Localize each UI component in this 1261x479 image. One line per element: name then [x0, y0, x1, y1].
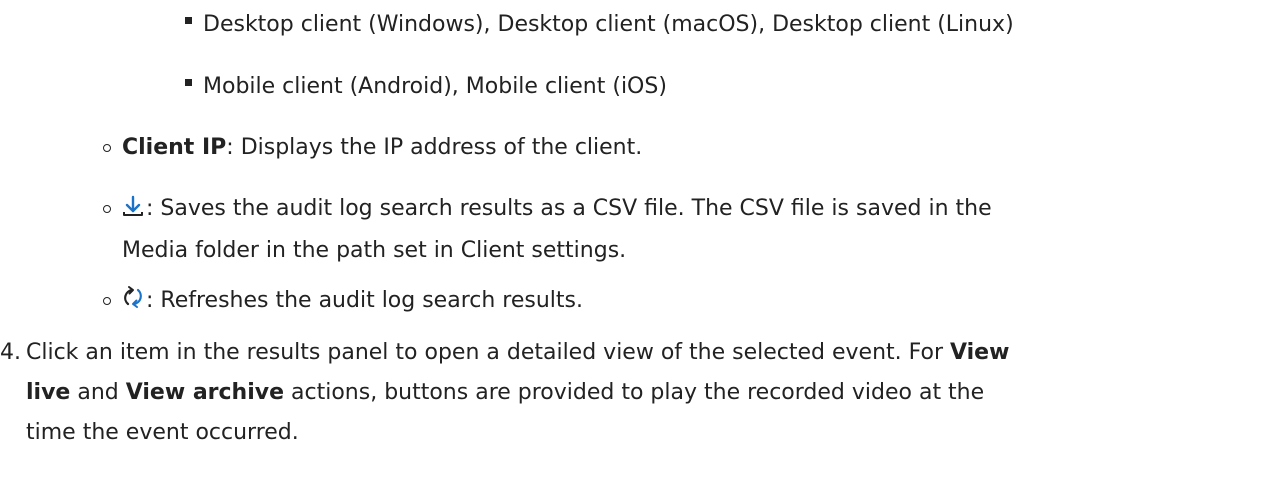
bold-view: View	[950, 340, 1010, 365]
square-bullet	[185, 17, 192, 24]
client-ip-item: Client IP: Displays the IP address of th…	[122, 133, 642, 163]
circle-bullet	[103, 144, 111, 152]
refresh-desc: : Refreshes the audit log search results…	[146, 288, 583, 313]
client-ip-desc: : Displays the IP address of the client.	[226, 135, 643, 160]
step-4-line3: time the event occurred.	[26, 420, 299, 445]
download-desc-line2: Media folder in the path set in Client s…	[122, 238, 627, 263]
circle-bullet	[103, 297, 111, 305]
bold-view-archive: View archive	[125, 380, 285, 405]
circle-bullet	[103, 205, 111, 213]
square-bullet	[185, 79, 192, 86]
sub-bullet-desktop: Desktop client (Windows), Desktop client…	[203, 12, 1014, 37]
client-ip-term: Client IP	[122, 135, 227, 160]
step-4-number: 4.	[0, 340, 21, 365]
step-4-line1: Click an item in the results panel to op…	[26, 340, 1010, 365]
refresh-icon	[124, 286, 142, 308]
bold-live: live	[26, 380, 71, 405]
sub-bullet-mobile: Mobile client (Android), Mobile client (…	[203, 74, 667, 99]
download-icon	[123, 195, 143, 216]
download-desc-line1: : Saves the audit log search results as …	[146, 196, 992, 221]
step-4-line2: live and View archive actions, buttons a…	[26, 380, 985, 405]
